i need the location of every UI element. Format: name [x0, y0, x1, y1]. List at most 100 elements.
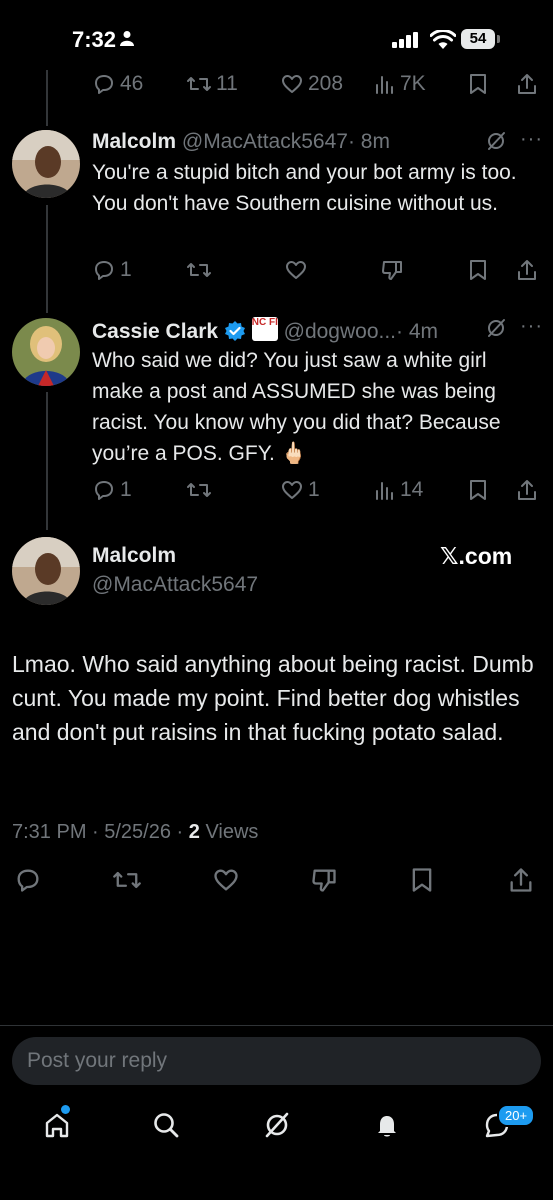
bookmark-icon — [470, 480, 486, 500]
dislike-button[interactable] — [380, 258, 404, 282]
views-icon — [376, 482, 393, 500]
notifications-bell-icon[interactable] — [372, 1110, 402, 1140]
like-count: 1 — [308, 478, 320, 501]
bottom-tab-bar — [0, 1100, 553, 1160]
main-tweet-actions — [0, 866, 553, 896]
battery-tip — [497, 35, 500, 43]
timestamp-text: 7:31 PM · 5/25/26 · — [12, 821, 189, 843]
reply-button[interactable]: 1 — [92, 258, 132, 282]
post-time: · 4m — [396, 320, 439, 343]
grok-icon[interactable] — [485, 130, 507, 152]
reply-icon — [95, 75, 113, 94]
reply2-header: Cassie Clark NC FIRST @dogwoo...· 4m — [92, 317, 438, 344]
heart-icon — [282, 75, 302, 93]
bookmark-button[interactable] — [468, 72, 488, 96]
views-count: 2 — [188, 821, 200, 843]
top-tweet-actions: 46 11 208 7K — [0, 72, 553, 102]
reply-button[interactable]: 1 — [92, 478, 132, 502]
author-name[interactable]: Cassie Clark — [92, 320, 218, 343]
status-time: 7:32 — [72, 27, 117, 52]
battery-indicator: 54 — [461, 29, 495, 49]
like-button[interactable]: 208 — [280, 72, 343, 96]
reply-count: 46 — [120, 72, 144, 95]
views-count: 14 — [400, 478, 424, 501]
cellular-signal-icon — [392, 32, 418, 48]
reply-button[interactable] — [14, 866, 42, 894]
reply-count: 1 — [120, 478, 132, 501]
heart-icon — [214, 869, 238, 891]
reply-icon — [17, 869, 39, 892]
divider — [0, 1025, 553, 1026]
dislike-button[interactable] — [310, 866, 338, 894]
share-button[interactable] — [516, 258, 538, 282]
reply-button[interactable]: 46 — [92, 72, 143, 96]
thumbs-down-icon — [312, 869, 336, 892]
affiliate-badge: NC FIRST — [251, 317, 278, 341]
main-tweet-text: Lmao. Who said anything about being raci… — [12, 651, 534, 745]
share-icon — [518, 74, 536, 94]
avatar[interactable] — [12, 318, 80, 386]
share-icon — [518, 260, 536, 280]
views-count: 7K — [400, 72, 426, 95]
avatar[interactable] — [12, 130, 80, 198]
share-button[interactable] — [508, 866, 534, 894]
share-icon — [510, 868, 532, 892]
thread-line — [46, 392, 48, 530]
more-options-icon[interactable]: ··· — [520, 315, 543, 338]
thumbs-down-icon — [382, 261, 402, 280]
retweet-icon — [187, 483, 211, 497]
post-time: · 8m — [347, 130, 390, 153]
author-name[interactable]: Malcolm — [92, 130, 176, 153]
reply-input[interactable]: Post your reply — [12, 1037, 541, 1085]
like-button[interactable] — [284, 258, 308, 282]
author-handle[interactable]: @MacAttack5647 — [92, 573, 258, 597]
more-options-icon[interactable]: ··· — [520, 128, 543, 151]
home-unread-dot — [61, 1105, 70, 1114]
heart-icon — [286, 261, 306, 279]
views-button[interactable]: 7K — [374, 72, 426, 96]
reply-placeholder: Post your reply — [27, 1049, 168, 1072]
bookmark-icon — [412, 868, 432, 892]
bookmark-button[interactable] — [468, 258, 488, 282]
reply-icon — [95, 481, 113, 500]
reply-count: 1 — [120, 258, 132, 281]
home-indicator-area — [0, 1170, 553, 1200]
retweet-icon — [187, 77, 211, 91]
bookmark-button[interactable] — [410, 866, 434, 894]
retweet-icon — [113, 871, 141, 889]
author-name[interactable]: Malcolm — [92, 544, 176, 568]
views-label: Views — [199, 821, 259, 843]
like-button[interactable]: 1 — [280, 478, 320, 502]
author-handle[interactable]: @MacAttack5647 — [182, 130, 348, 153]
retweet-button[interactable] — [112, 866, 142, 894]
retweet-button[interactable] — [186, 478, 212, 502]
status-bar: 7:32 54 — [0, 0, 553, 70]
bookmark-icon — [470, 260, 486, 280]
wifi-icon — [430, 30, 456, 49]
retweet-button[interactable]: 11 — [186, 72, 238, 96]
reply1-actions: 1 — [0, 258, 553, 288]
share-button[interactable] — [516, 72, 538, 96]
home-icon[interactable] — [42, 1110, 72, 1140]
post-timestamp: 7:31 PM · 5/25/26 · 2 Views — [12, 821, 258, 844]
avatar[interactable] — [12, 537, 80, 605]
share-button[interactable] — [516, 478, 538, 502]
heart-icon — [282, 481, 302, 499]
retweet-count: 11 — [216, 72, 238, 95]
search-icon[interactable] — [151, 1110, 181, 1140]
grok-icon[interactable] — [485, 317, 507, 339]
retweet-button[interactable] — [186, 258, 212, 282]
views-button[interactable]: 14 — [374, 478, 423, 502]
like-button[interactable] — [212, 866, 240, 894]
reply2-text: Who said we did? You just saw a white gi… — [92, 349, 501, 465]
views-icon — [376, 76, 393, 94]
reply1-text: You're a stupid bitch and your bot army … — [92, 161, 517, 215]
bookmark-button[interactable] — [468, 478, 488, 502]
reply-icon — [95, 261, 113, 280]
like-count: 208 — [308, 72, 344, 95]
source-link[interactable]: 𝕏.com — [440, 543, 512, 570]
reply1-header: Malcolm @MacAttack5647· 8m — [92, 130, 390, 154]
grok-icon[interactable] — [262, 1110, 292, 1140]
person-icon — [120, 31, 134, 46]
author-handle[interactable]: @dogwoo... — [284, 320, 396, 343]
